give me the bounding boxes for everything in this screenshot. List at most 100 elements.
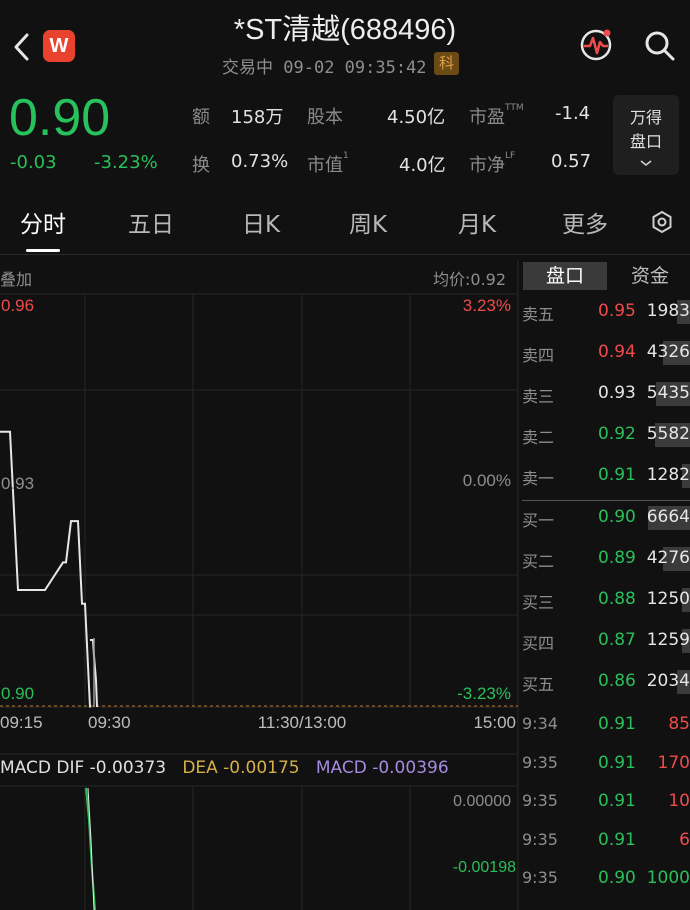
level-price: 0.93 <box>598 383 636 403</box>
amount-value: 158万 <box>231 107 284 128</box>
tick-price: 0.91 <box>598 829 636 850</box>
level-price: 0.92 <box>598 424 636 444</box>
price-point <box>29 589 31 591</box>
orderbook-divider <box>522 500 690 501</box>
bid-row[interactable]: 买二 0.89 4276 <box>521 546 690 574</box>
status-text: 交易中 <box>222 58 273 78</box>
tick-price: 0.91 <box>598 752 636 773</box>
tab-five-day[interactable]: 五日 <box>128 205 174 239</box>
mktcap-label: 市值1 <box>307 151 349 176</box>
time-label-close: 15:00 <box>473 713 516 732</box>
level-price: 0.90 <box>598 507 636 527</box>
bid-row[interactable]: 买三 0.88 1250 <box>521 587 690 615</box>
tab-monthly-k[interactable]: 月K <box>458 205 496 239</box>
level-volume: 5582 <box>646 424 690 444</box>
level-price: 0.91 <box>598 465 636 485</box>
level-label: 买一 <box>522 511 555 530</box>
chart-grid <box>0 260 519 910</box>
bid-row[interactable]: 买一 0.90 6664 <box>521 505 690 533</box>
price-point <box>89 706 91 708</box>
level-volume: 1282 <box>646 465 690 485</box>
settings-icon[interactable] <box>650 210 674 234</box>
pulse-alert-icon[interactable] <box>578 27 614 63</box>
tick-volume: 85 <box>668 714 690 734</box>
wande-orderbook-button[interactable]: 万得 盘口 <box>613 95 679 175</box>
chevron-down-icon <box>640 160 652 167</box>
tab-funds[interactable]: 资金 <box>610 262 690 290</box>
mktcap-value: 4.0亿 <box>399 155 446 176</box>
search-icon[interactable] <box>643 29 677 63</box>
level-volume: 4326 <box>646 342 690 362</box>
tick-row: 9:35 0.90 1000 <box>521 866 690 894</box>
tab-more[interactable]: 更多 <box>562 205 608 239</box>
datetime-text: 09-02 09:35:42 <box>283 58 427 78</box>
level-price: 0.86 <box>598 671 636 691</box>
active-tab-indicator <box>26 249 60 252</box>
level-volume: 4276 <box>646 548 690 568</box>
bid-row[interactable]: 买四 0.87 1259 <box>521 628 690 656</box>
price-change-pct: -3.23% <box>94 152 158 173</box>
pct-high-label: 3.23% <box>463 296 511 315</box>
price-point <box>17 589 19 591</box>
tick-row: 9:34 0.91 85 <box>521 712 690 740</box>
level-price: 0.94 <box>598 342 636 362</box>
price-point <box>84 602 86 605</box>
pe-label: 市盈TTM <box>469 103 524 128</box>
tick-time: 9:35 <box>522 868 558 887</box>
price-high-label: 0.96 <box>1 296 34 315</box>
macd-indicator-legend[interactable]: MACD DIF -0.00373 DEA -0.00175 MACD -0.0… <box>0 758 449 778</box>
pct-mid-label: 0.00% <box>463 471 511 490</box>
ask-row[interactable]: 卖二 0.92 5582 <box>521 422 690 450</box>
tick-volume: 10 <box>668 791 690 811</box>
level-volume: 1259 <box>646 630 690 650</box>
macd-value-text: MACD -0.00396 <box>315 758 449 778</box>
turnover-label: 换 <box>192 155 210 176</box>
shares-label: 股本 <box>307 107 343 128</box>
orderbook-label: 盘口 <box>629 132 662 151</box>
intraday-chart[interactable]: 0.96 0.93 0.90 3.23% 0.00% -3.23% 09:15 … <box>0 260 520 910</box>
tick-time: 9:34 <box>522 714 558 733</box>
price-point <box>62 561 64 564</box>
macd-dif-line <box>87 787 95 910</box>
macd-axis-low: -0.00198 <box>453 859 516 876</box>
ask-row[interactable]: 卖五 0.95 1983 <box>521 299 690 327</box>
tab-intraday[interactable]: 分时 <box>20 205 66 239</box>
level-volume: 1250 <box>646 589 690 609</box>
price-point <box>77 520 79 522</box>
price-point <box>9 430 11 433</box>
macd-dea-text: DEA -0.00175 <box>182 758 300 778</box>
bid-row[interactable]: 买五 0.86 2034 <box>521 669 690 697</box>
current-price: 0.90 <box>9 89 111 147</box>
tick-volume: 6 <box>679 829 690 850</box>
ask-row[interactable]: 卖四 0.94 4326 <box>521 340 690 368</box>
amount-label: 额 <box>192 107 210 128</box>
tick-price: 0.90 <box>598 868 636 888</box>
price-point <box>70 520 72 522</box>
level-volume: 5435 <box>646 383 690 403</box>
tab-orderbook[interactable]: 盘口 <box>523 262 607 290</box>
time-label-midday: 11:30/13:00 <box>258 713 347 732</box>
tick-price: 0.91 <box>598 791 636 811</box>
level-price: 0.87 <box>598 630 636 650</box>
price-series-line <box>0 430 91 708</box>
shares-value: 4.50亿 <box>387 107 446 128</box>
tab-daily-k[interactable]: 日K <box>242 205 280 239</box>
ask-row[interactable]: 卖三 0.93 5435 <box>521 381 690 409</box>
tab-weekly-k[interactable]: 周K <box>349 205 387 239</box>
tick-row: 9:35 0.91 6 <box>521 828 690 856</box>
ask-row[interactable]: 卖一 0.91 1282 <box>521 463 690 491</box>
tick-time: 9:35 <box>522 829 558 849</box>
level-label: 买五 <box>522 675 555 694</box>
turnover-value: 0.73% <box>231 151 289 172</box>
price-point <box>81 602 83 605</box>
pe-value: -1.4 <box>555 103 591 124</box>
macd-dif-text: MACD DIF -0.00373 <box>0 758 167 778</box>
star-market-badge: 科 <box>434 52 459 75</box>
level-label: 卖一 <box>522 469 555 488</box>
tick-row: 9:35 0.91 170 <box>521 751 690 779</box>
level-price: 0.88 <box>598 589 636 609</box>
level-volume: 2034 <box>646 671 690 691</box>
tab-divider <box>0 254 690 255</box>
tick-volume: 1000 <box>646 868 690 888</box>
level-label: 卖二 <box>522 428 555 447</box>
